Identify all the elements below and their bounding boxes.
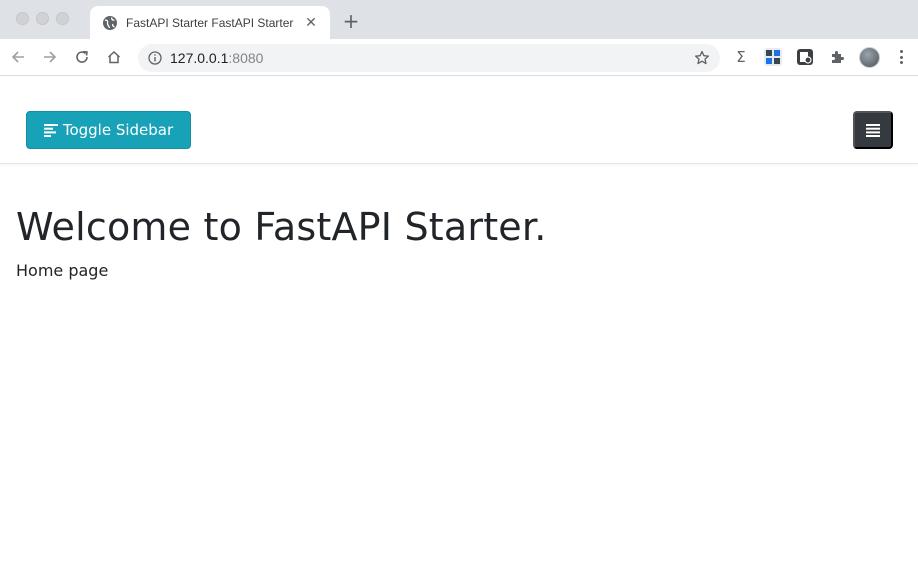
forward-arrow-icon[interactable] (39, 46, 61, 68)
browser-tab-active[interactable]: FastAPI Starter FastAPI Starter ✕ (90, 6, 330, 39)
browser-menu-icon[interactable] (896, 48, 906, 66)
window-zoom-button[interactable] (56, 12, 69, 25)
info-icon[interactable] (148, 51, 162, 65)
browser-tab-strip: FastAPI Starter FastAPI Starter ✕ + (0, 0, 918, 39)
tab-close-icon[interactable]: ✕ (302, 14, 320, 32)
align-left-icon (43, 123, 58, 137)
window-controls (16, 12, 69, 25)
puzzle-icon[interactable] (828, 48, 846, 66)
url-host: 127.0.0.1 (170, 50, 229, 66)
profile-avatar[interactable] (859, 47, 880, 68)
reload-icon[interactable] (71, 46, 93, 68)
new-tab-button[interactable]: + (340, 9, 362, 33)
sigma-extension-icon[interactable]: Σ (732, 48, 750, 66)
browser-toolbar: 127.0.0.1:8080 Σ (0, 39, 918, 76)
window-minimize-button[interactable] (36, 12, 49, 25)
document-extension-icon[interactable] (796, 48, 814, 66)
globe-icon (103, 15, 117, 30)
address-bar[interactable]: 127.0.0.1:8080 (138, 44, 720, 72)
extension-tile-icon[interactable] (764, 48, 782, 66)
page-body-text: Home page (16, 261, 109, 280)
toggle-sidebar-label: Toggle Sidebar (62, 121, 174, 139)
url-port: :8080 (228, 50, 264, 66)
toggle-sidebar-button[interactable]: Toggle Sidebar (26, 111, 191, 149)
back-arrow-icon[interactable] (7, 46, 29, 68)
tab-title: FastAPI Starter FastAPI Starter (126, 15, 294, 30)
home-icon[interactable] (103, 46, 125, 68)
star-icon[interactable] (694, 50, 710, 66)
navbar-menu-button[interactable] (853, 111, 893, 149)
window-close-button[interactable] (16, 12, 29, 25)
page-navbar: Toggle Sidebar (0, 77, 918, 164)
page-title: Welcome to FastAPI Starter. (16, 205, 547, 249)
page-content: Toggle Sidebar Welcome to FastAPI Starte… (0, 77, 918, 570)
hamburger-icon (866, 123, 880, 137)
